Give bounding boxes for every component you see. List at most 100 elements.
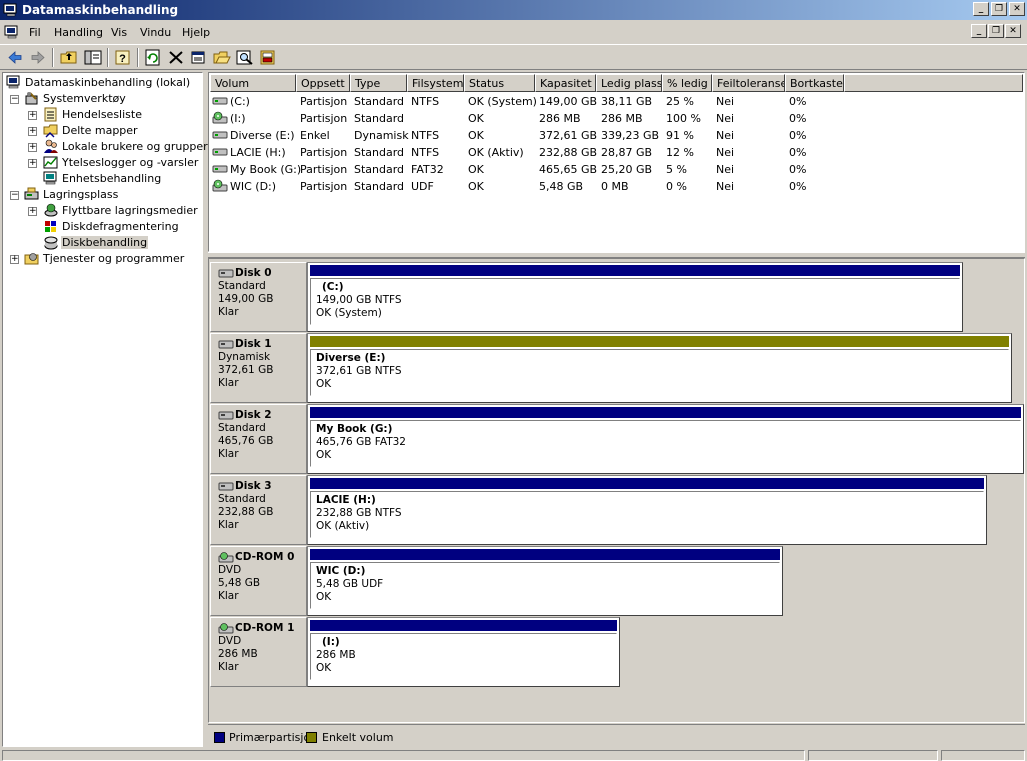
mdi-restore-button[interactable]: ❐ [988,24,1004,38]
partition-e[interactable]: Diverse (E:) 372,61 GB NTFS OK [307,333,1012,403]
column-header-bortkastet[interactable]: Bortkastet [785,74,844,92]
menu-bar: Fil Handling Vis Vindu Hjelp [0,22,1027,42]
services-icon [24,253,39,265]
partition-h[interactable]: LACIE (H:) 232,88 GB NTFS OK (Aktiv) [307,475,987,545]
volume-list: Volum Oppsett Type Filsystem Status Kapa… [208,72,1025,252]
primary-partition-swatch [214,732,225,743]
status-segment [808,750,938,761]
hard-drive-icon [212,165,228,173]
column-header-status[interactable]: Status [464,74,535,92]
perf-logs-icon [43,156,58,169]
table-row[interactable]: My Book (G:) Partisjon Standard FAT32 OK… [210,161,1022,178]
up-folder-icon[interactable] [59,48,79,67]
hard-disk-icon [218,411,234,420]
expand-toggle[interactable]: + [28,111,37,120]
column-header-prosent-ledig[interactable]: % ledig [662,74,712,92]
tools-icon [25,92,38,105]
back-arrow-icon[interactable] [5,48,25,67]
menu-fil[interactable]: Fil [29,26,41,39]
hard-drive-icon [212,97,228,105]
hard-drive-icon [212,148,228,156]
forward-arrow-icon[interactable] [28,48,48,67]
users-icon [44,139,58,153]
mdi-child-icon[interactable] [4,25,20,39]
partition-g[interactable]: My Book (G:) 465,76 GB FAT32 OK [307,404,1024,474]
menu-vis[interactable]: Vis [111,26,127,39]
disk-graphical-view: Disk 0 Standard 149,00 GB Klar (C:) 149,… [208,258,1025,723]
defrag-icon [45,221,56,232]
expand-toggle[interactable]: + [28,207,37,216]
column-header-filsystem[interactable]: Filsystem [407,74,464,92]
shared-folder-icon [43,124,58,138]
open-folder-icon[interactable] [212,48,232,67]
properties-icon[interactable] [189,48,209,67]
removable-storage-icon [44,203,58,217]
column-header-filler [844,74,1023,92]
column-header-ledig-plass[interactable]: Ledig plass [596,74,662,92]
table-row[interactable]: WIC (D:) Partisjon Standard UDF OK 5,48 … [210,178,1022,195]
cd-rom-icon [218,552,234,563]
computer-management-icon [3,3,17,17]
status-segment [941,750,1025,761]
table-row[interactable]: Diverse (E:) Enkel Dynamisk NTFS OK 372,… [210,127,1022,144]
legend-primary-label: Primærpartisjon [229,731,318,744]
minimize-button[interactable]: _ [973,2,989,16]
delete-icon[interactable] [166,48,186,67]
partition-i[interactable]: (I:) 286 MB OK [307,617,620,687]
column-header-type[interactable]: Type [350,74,407,92]
hard-disk-icon [218,482,234,491]
partition-d[interactable]: WIC (D:) 5,48 GB UDF OK [307,546,783,616]
title-bar[interactable]: Datamaskinbehandling _ ❐ ✕ [0,0,1027,20]
expand-toggle[interactable]: + [10,255,19,264]
column-header-feiltoleranse[interactable]: Feiltoleranse [712,74,785,92]
window-title: Datamaskinbehandling [22,3,179,17]
expand-toggle[interactable]: + [28,143,37,152]
help-icon[interactable]: ? [113,48,133,67]
table-row[interactable]: (C:) Partisjon Standard NTFS OK (System)… [210,93,1022,110]
storage-icon [24,187,39,200]
disk-settings-icon[interactable] [258,48,278,67]
expand-toggle[interactable]: + [28,159,37,168]
refresh-icon[interactable] [143,48,163,67]
status-segment [2,750,805,761]
show-hide-tree-icon[interactable] [83,48,103,67]
status-bar [0,749,1027,761]
legend: Primærpartisjon Enkelt volum [208,724,1025,748]
collapse-toggle[interactable]: − [10,191,19,200]
event-viewer-icon [44,107,57,122]
disk-management-icon [44,236,58,250]
column-header-volum[interactable]: Volum [210,74,296,92]
hard-disk-icon [218,340,234,349]
mdi-close-button[interactable]: ✕ [1005,24,1021,38]
mdi-minimize-button[interactable]: _ [971,24,987,38]
device-manager-icon [43,171,57,185]
computer-icon [6,75,20,89]
legend-simple-label: Enkelt volum [322,731,394,744]
collapse-toggle[interactable]: − [10,95,19,104]
expand-toggle[interactable]: + [28,127,37,136]
cd-drive-icon [212,179,228,192]
cd-rom-icon [218,623,234,634]
search-icon[interactable] [235,48,255,67]
disk-label-disk-2[interactable]: Disk 2 Standard 465,76 GB Klar [210,404,307,474]
simple-volume-swatch [306,732,317,743]
table-row[interactable]: (I:) Partisjon Standard OK 286 MB 286 MB… [210,110,1022,127]
menu-vindu[interactable]: Vindu [140,26,171,39]
svg-text:?: ? [119,53,126,65]
disk-label-disk-1[interactable]: Disk 1 Dynamisk 372,61 GB Klar [210,333,307,403]
cd-drive-icon [212,111,228,124]
menu-hjelp[interactable]: Hjelp [182,26,210,39]
toolbar: ? [0,44,1027,70]
partition-c[interactable]: (C:) 149,00 GB NTFS OK (System) [307,262,963,332]
column-header-kapasitet[interactable]: Kapasitet [535,74,596,92]
disk-label-cdrom-1[interactable]: CD-ROM 1 DVD 286 MB Klar [210,617,307,687]
disk-label-cdrom-0[interactable]: CD-ROM 0 DVD 5,48 GB Klar [210,546,307,616]
disk-label-disk-3[interactable]: Disk 3 Standard 232,88 GB Klar [210,475,307,545]
table-row[interactable]: LACIE (H:) Partisjon Standard NTFS OK (A… [210,144,1022,161]
menu-handling[interactable]: Handling [54,26,103,39]
disk-label-disk-0[interactable]: Disk 0 Standard 149,00 GB Klar [210,262,307,332]
hard-drive-icon [212,131,228,139]
restore-button[interactable]: ❐ [991,2,1007,16]
close-button[interactable]: ✕ [1009,2,1025,16]
column-header-oppsett[interactable]: Oppsett [296,74,350,92]
